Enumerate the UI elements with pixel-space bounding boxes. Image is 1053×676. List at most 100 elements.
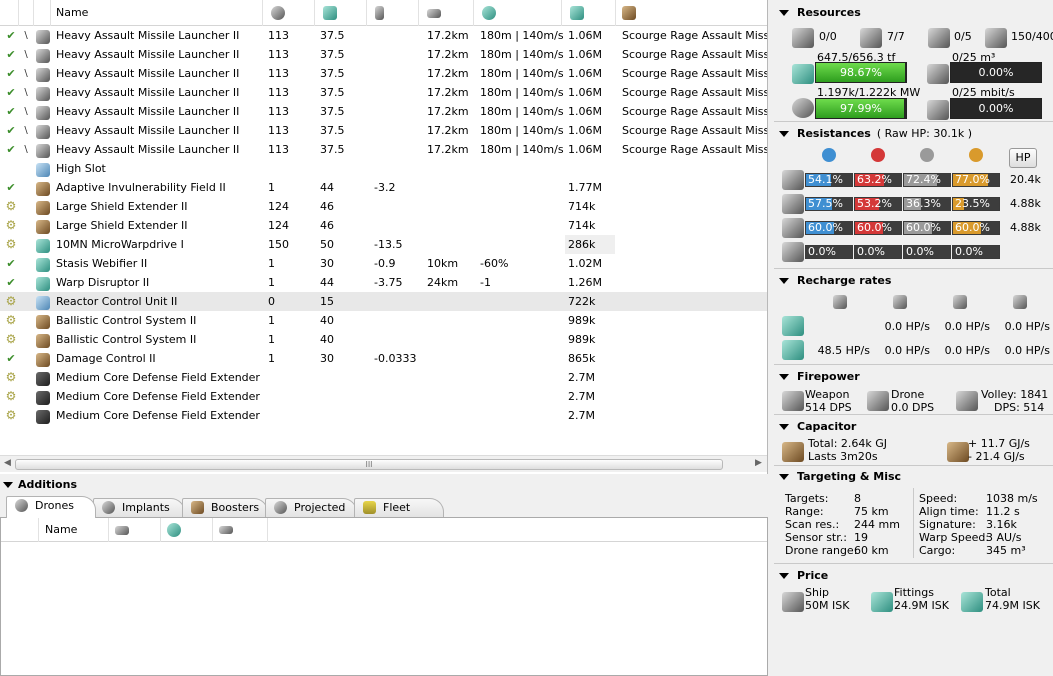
collapse-arrow-icon[interactable] [779, 131, 789, 137]
fitting-row[interactable]: ⚙ Large Shield Extender II 124 46 714k [0, 216, 767, 235]
module-range: 17.2km [427, 48, 469, 61]
targeting-header[interactable]: Targeting & Misc [774, 470, 901, 484]
module-state-icon[interactable]: ⚙ [4, 311, 18, 330]
drones-header-state[interactable] [1, 518, 39, 542]
module-state-icon[interactable]: ⚙ [4, 292, 18, 311]
drones-header-speed[interactable] [161, 518, 213, 542]
misc-label: Align time: [919, 505, 979, 518]
module-state-icon[interactable]: ⚙ [4, 216, 18, 235]
header-icon[interactable] [34, 0, 51, 26]
fitting-row[interactable]: ✔ \ Heavy Assault Missile Launcher II 113 37… [0, 121, 767, 140]
module-state-icon[interactable]: ✔ [4, 178, 18, 197]
module-state-icon[interactable]: ✔ [4, 45, 18, 64]
module-state-icon[interactable] [4, 159, 18, 178]
drones-header-name[interactable]: Name [39, 518, 109, 542]
capacitor-header[interactable]: Capacitor [774, 420, 856, 434]
tab-drones-label: Drones [35, 499, 74, 512]
resources-header[interactable]: Resources [774, 6, 861, 20]
fitting-row[interactable]: ⚙ Medium Core Defense Field Extender I 2.7… [0, 387, 767, 406]
module-state-icon[interactable]: ⚙ [4, 235, 18, 254]
module-state-icon[interactable]: ✔ [4, 349, 18, 368]
fitting-row[interactable]: ✔ Adaptive Invulnerability Field II 1 44 -3.… [0, 178, 767, 197]
module-state-icon[interactable]: ✔ [4, 273, 18, 292]
header-powergrid[interactable] [315, 0, 367, 26]
fitting-row[interactable]: ✔ \ Heavy Assault Missile Launcher II 113 37… [0, 64, 767, 83]
fitting-row[interactable]: ⚙ Large Shield Extender II 124 46 714k [0, 197, 767, 216]
module-state-icon[interactable]: ✔ [4, 26, 18, 45]
fitting-row[interactable]: High Slot [0, 159, 767, 178]
scroll-right-arrow-icon[interactable]: ▶ [755, 458, 762, 468]
tab-boosters[interactable]: Boosters [182, 498, 268, 517]
collapse-arrow-icon[interactable] [779, 10, 789, 16]
module-pg [320, 387, 370, 406]
additions-header[interactable]: Additions [0, 477, 768, 493]
scroll-left-arrow-icon[interactable]: ◀ [4, 458, 11, 468]
module-state-icon[interactable]: ✔ [4, 64, 18, 83]
fitting-row[interactable]: ✔ Stasis Webifier II 1 30 -0.9 10km -60% 1.02M [0, 254, 767, 273]
header-name[interactable]: Name [51, 0, 263, 26]
module-state-icon[interactable]: ✔ [4, 254, 18, 273]
module-falloff [480, 349, 565, 368]
module-range: 17.2km [427, 143, 469, 156]
scroll-thumb[interactable]: III [15, 459, 723, 470]
resistances-header[interactable]: Resistances ( Raw HP: 30.1k ) [774, 127, 972, 141]
tab-implants[interactable]: Implants [93, 498, 185, 517]
module-range [427, 330, 477, 349]
horizontal-scrollbar[interactable]: ◀ III ▶ [0, 455, 767, 472]
fitting-row[interactable]: ⚙ Medium Core Defense Field Extender I 2.7… [0, 406, 767, 425]
fitting-row[interactable]: ✔ Damage Control II 1 30 -0.0333 865k [0, 349, 767, 368]
fitting-row[interactable]: ✔ \ Heavy Assault Missile Launcher II 113 37… [0, 102, 767, 121]
implant-icon [102, 501, 115, 514]
charge-state-icon: \ [24, 125, 28, 136]
header-falloff[interactable] [474, 0, 562, 26]
collapse-arrow-icon[interactable] [779, 424, 789, 430]
fitting-row[interactable]: ⚙ Ballistic Control System II 1 40 989k [0, 311, 767, 330]
fitting-row[interactable]: ⚙ Medium Core Defense Field Extender I 2.7… [0, 368, 767, 387]
module-price: 722k [568, 295, 596, 308]
module-state-icon[interactable]: ✔ [4, 140, 18, 159]
module-name: Heavy Assault Missile Launcher II [56, 67, 240, 80]
header-cpu[interactable] [263, 0, 315, 26]
module-charge-name [622, 292, 767, 311]
header-charge-name[interactable] [616, 0, 767, 26]
fitting-row[interactable]: ✔ \ Heavy Assault Missile Launcher II 113 37… [0, 45, 767, 64]
fitting-row[interactable]: ✔ Warp Disruptor II 1 44 -3.75 24km -1 1.26M [0, 273, 767, 292]
header-price[interactable] [562, 0, 616, 26]
fitting-row[interactable]: ✔ \ Heavy Assault Missile Launcher II 113 37… [0, 26, 767, 45]
tab-fleet[interactable]: Fleet [354, 498, 444, 517]
firepower-header[interactable]: Firepower [774, 370, 860, 384]
recharge-header[interactable]: Recharge rates [774, 274, 891, 288]
tab-projected[interactable]: Projected [265, 498, 357, 517]
module-state-icon[interactable]: ⚙ [4, 368, 18, 387]
module-state-icon[interactable]: ✔ [4, 83, 18, 102]
ship-price-label: Ship [805, 586, 829, 599]
module-state-icon[interactable]: ⚙ [4, 387, 18, 406]
targeting-title: Targeting & Misc [797, 470, 902, 483]
collapse-arrow-icon[interactable] [3, 482, 13, 488]
fitting-row[interactable]: ⚙ 10MN MicroWarpdrive I 150 50 -13.5 286k [0, 235, 767, 254]
fitting-row[interactable]: ⚙ Reactor Control Unit II 0 15 722k [0, 292, 767, 311]
module-state-icon[interactable]: ✔ [4, 121, 18, 140]
header-capacitor[interactable] [367, 0, 419, 26]
drones-header-control[interactable] [213, 518, 268, 542]
module-state-icon[interactable]: ⚙ [4, 330, 18, 349]
fitting-row[interactable]: ✔ \ Heavy Assault Missile Launcher II 113 37… [0, 140, 767, 159]
drones-header-bandwidth[interactable] [109, 518, 161, 542]
tab-drones[interactable]: Drones [6, 496, 96, 518]
collapse-arrow-icon[interactable] [779, 374, 789, 380]
module-cpu [268, 387, 313, 406]
collapse-arrow-icon[interactable] [779, 474, 789, 480]
header-state[interactable] [0, 0, 19, 26]
module-state-icon[interactable]: ✔ [4, 102, 18, 121]
module-state-icon[interactable]: ⚙ [4, 197, 18, 216]
header-range[interactable] [419, 0, 474, 26]
module-state-icon[interactable]: ⚙ [4, 406, 18, 425]
header-charge[interactable] [19, 0, 34, 26]
collapse-arrow-icon[interactable] [779, 278, 789, 284]
fitting-row[interactable]: ✔ \ Heavy Assault Missile Launcher II 113 37… [0, 83, 767, 102]
hp-toggle-button[interactable]: HP [1009, 148, 1037, 168]
price-header[interactable]: Price [774, 569, 828, 583]
resist-bar: 77.0% [952, 173, 1000, 187]
collapse-arrow-icon[interactable] [779, 573, 789, 579]
fitting-row[interactable]: ⚙ Ballistic Control System II 1 40 989k [0, 330, 767, 349]
